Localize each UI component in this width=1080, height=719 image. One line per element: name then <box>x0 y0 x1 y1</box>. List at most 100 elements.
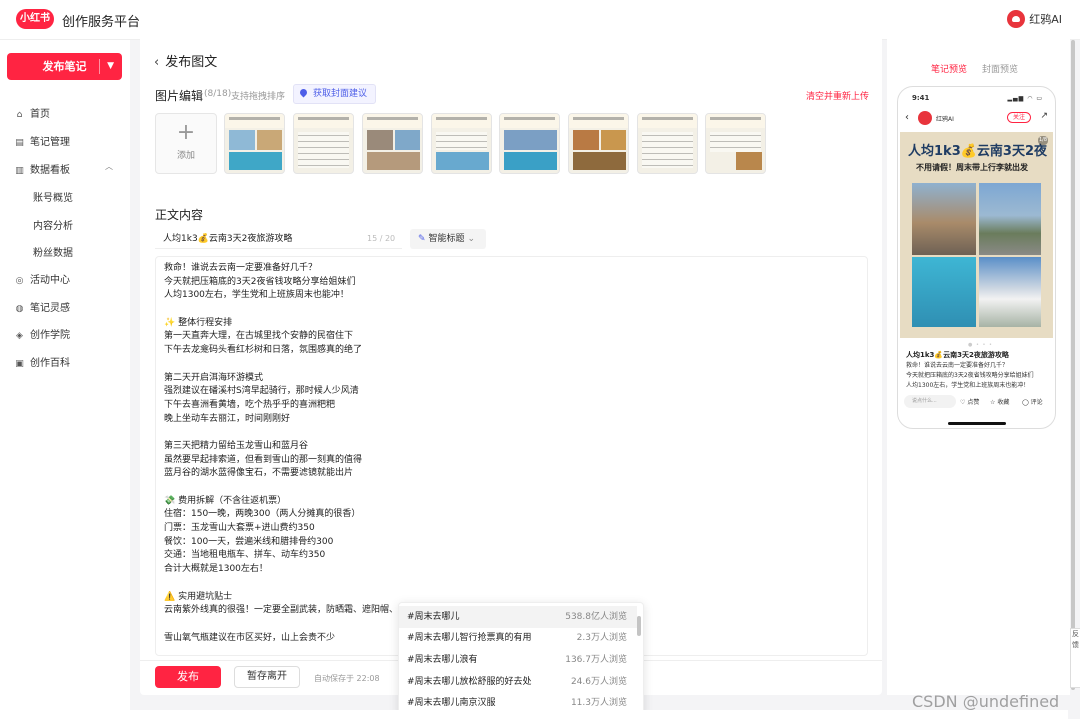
hashtag-views: 538.8亿人浏览 <box>565 612 627 622</box>
cover-suggestion-label: 获取封面建议 <box>313 89 368 99</box>
sidebar-item-academy[interactable]: ◈ 创作学院 <box>14 326 70 341</box>
page-indicator: 1/8 <box>1038 136 1048 145</box>
hashtag-views: 2.3万人浏览 <box>576 633 627 643</box>
hashtag-option[interactable]: #周末去哪儿 538.8亿人浏览 <box>399 606 637 628</box>
editor-line: 合计大概就是1300左右！ <box>164 564 268 575</box>
hashtag-label: #周末去哪儿放松舒服的好去处 <box>407 677 532 687</box>
platform-title: 创作服务平台 <box>62 15 141 30</box>
comment-action: ◯ 评论 <box>1022 397 1043 406</box>
editor-line: 下午去喜洲看黄墙，吃个热乎乎的喜洲粑粑 <box>164 399 336 410</box>
sidebar-item-home[interactable]: ⌂ 首页 <box>14 105 50 120</box>
activity-icon: ◎ <box>15 276 24 286</box>
comment-input: 说点什么... <box>904 395 956 408</box>
home-indicator <box>948 422 1006 425</box>
editor-line: 住宿：150一晚，两晚300（两人分摊真的很香） <box>164 509 361 520</box>
hashtag-option[interactable]: #周末去哪儿放松舒服的好去处 24.6万人浏览 <box>399 671 637 693</box>
sidebar-subitem-fans[interactable]: 粉丝数据 <box>33 244 73 259</box>
tab-note-preview[interactable]: 笔记预览 <box>931 62 967 75</box>
hashtag-option[interactable]: #周末去哪儿智行抢票真的有用 2.3万人浏览 <box>399 627 637 649</box>
save-draft-button[interactable]: 暂存离开 <box>234 666 300 688</box>
comment-icon: ◯ <box>1022 399 1029 406</box>
cover-photo <box>912 257 976 327</box>
preview-title: 人均1k3💰云南3天2夜旅游攻略 <box>906 351 1009 359</box>
image-thumbnail[interactable] <box>637 113 698 174</box>
avatar <box>1007 10 1026 28</box>
page-scrollbar[interactable] <box>1070 40 1076 690</box>
feedback-float-button[interactable]: 反馈 <box>1070 628 1080 688</box>
editor-line: 餐饮：100一天，尝遍米线和腊排骨约300 <box>164 536 334 547</box>
plus-icon: + <box>176 120 196 145</box>
preview-desc-line: 今天就把压箱底的3天2夜省钱攻略分享给姐妹们 <box>906 372 1034 379</box>
autosave-status: 自动保存于 22:08 <box>314 674 380 683</box>
sidebar-item-dashboard[interactable]: ▥ 数据看板 <box>14 161 70 176</box>
sidebar-item-wiki[interactable]: ▣ 创作百科 <box>14 354 70 369</box>
cover-suggestion-button[interactable]: 获取封面建议 <box>293 84 376 104</box>
tab-cover-preview[interactable]: 封面预览 <box>982 62 1018 75</box>
sidebar-item-notes[interactable]: ▤ 笔记管理 <box>14 133 70 148</box>
image-thumbnail[interactable] <box>705 113 766 174</box>
smart-title-button[interactable]: ✎ 智能标题 ⌄ <box>410 229 486 249</box>
editor-line: 门票：玉龙雪山大套票+进山费约350 <box>164 523 315 534</box>
comment-label: 评论 <box>1030 399 1043 406</box>
editor-line: 第二天开启洱海环游模式 <box>164 372 264 383</box>
user-menu[interactable]: 红鸦AI <box>1007 10 1062 28</box>
hashtag-label: #周末去哪儿智行抢票真的有用 <box>407 633 532 643</box>
publish-note-button[interactable]: 发布笔记 ▼ <box>7 53 122 80</box>
sidebar: 发布笔记 ▼ ⌂ 首页 ▤ 笔记管理 ▥ 数据看板 ︿ 账号概览 内容分析 粉丝数据 … <box>0 40 130 719</box>
scrollbar-thumb[interactable] <box>1071 40 1075 690</box>
publish-button[interactable]: 发布 <box>155 666 221 688</box>
image-thumbnail[interactable] <box>431 113 492 174</box>
divider <box>99 59 100 74</box>
add-image-button[interactable]: + 添加 <box>155 113 217 174</box>
chart-icon: ▥ <box>15 166 24 176</box>
sidebar-item-label: 活动中心 <box>30 275 70 286</box>
clear-reupload-link[interactable]: 清空并重新上传 <box>806 89 869 102</box>
sidebar-item-label: 创作百科 <box>30 358 70 369</box>
body-editor[interactable]: 救命！谁说去云南一定要准备好几千？ 今天就把压箱底的3天2夜省钱攻略分享给姐妹们人… <box>155 256 868 656</box>
app-logo[interactable]: 小红书 <box>16 9 54 29</box>
editor-line: 第一天直奔大理，在古城里找个安静的民宿住下 <box>164 331 354 342</box>
star-icon: ☆ <box>990 399 996 406</box>
image-thumbnail[interactable] <box>362 113 423 174</box>
back-button[interactable]: ‹ 发布图文 <box>154 51 217 70</box>
sidebar-subitem-account[interactable]: 账号概览 <box>33 189 73 204</box>
status-icons: ▂▄▆ ◠ ▭ <box>1007 95 1043 102</box>
page-title: 发布图文 <box>165 55 218 70</box>
image-thumbnail[interactable] <box>568 113 629 174</box>
editor-line: 交通：当地租电瓶车、拼车、动车约350 <box>164 550 326 561</box>
title-input[interactable]: 人均1k3💰云南3天2夜旅游攻略 <box>155 229 402 249</box>
watermark: CSDN @undefined <box>912 692 1060 711</box>
image-thumbnail[interactable] <box>293 113 354 174</box>
image-thumbnail[interactable] <box>499 113 560 174</box>
preview-desc-line: 人均1300左右，学生党和上班族周末也能冲！ <box>906 382 1030 389</box>
hashtag-option[interactable]: #周末去哪儿浪有 136.7万人浏览 <box>399 649 637 671</box>
sidebar-item-activity[interactable]: ◎ 活动中心 <box>14 271 70 286</box>
like-label: 点赞 <box>967 399 980 406</box>
hashtag-label: #周末去哪儿 <box>407 612 460 622</box>
bulb-icon: ◍ <box>15 304 24 314</box>
add-image-label: 添加 <box>176 151 195 161</box>
note-icon: ▤ <box>15 138 24 148</box>
dropdown-scrollbar[interactable] <box>637 616 641 636</box>
cover-headline: 人均1k3💰云南3天2夜 <box>908 144 1048 159</box>
sidebar-item-inspiration[interactable]: ◍ 笔记灵感 <box>14 299 70 314</box>
bottom-strip <box>130 710 1068 719</box>
cover-image: 人均1k3💰云南3天2夜 不用请假！周末带上行李就出发 1/8 <box>900 132 1053 338</box>
hashtag-dropdown: #周末去哪儿 538.8亿人浏览 #周末去哪儿智行抢票真的有用 2.3万人浏览 #周… <box>398 602 644 719</box>
image-count: (8/18) <box>204 89 232 99</box>
image-thumbnail[interactable] <box>224 113 285 174</box>
sidebar-item-label: 首页 <box>30 109 50 120</box>
chevron-up-icon[interactable]: ︿ <box>105 161 113 172</box>
sidebar-subitem-content[interactable]: 内容分析 <box>33 217 73 232</box>
favorite-label: 收藏 <box>997 399 1010 406</box>
editor-line: 晚上坐动车去丽江，时间刚刚好 <box>164 413 291 424</box>
editor-line: 第三天把精力留给玉龙雪山和蓝月谷 <box>164 440 309 451</box>
chevron-down-icon[interactable]: ▼ <box>107 53 114 80</box>
carousel-dots: ● • • • <box>968 342 993 348</box>
cover-photo <box>979 183 1041 255</box>
user-name: 红鸦AI <box>1029 13 1062 26</box>
